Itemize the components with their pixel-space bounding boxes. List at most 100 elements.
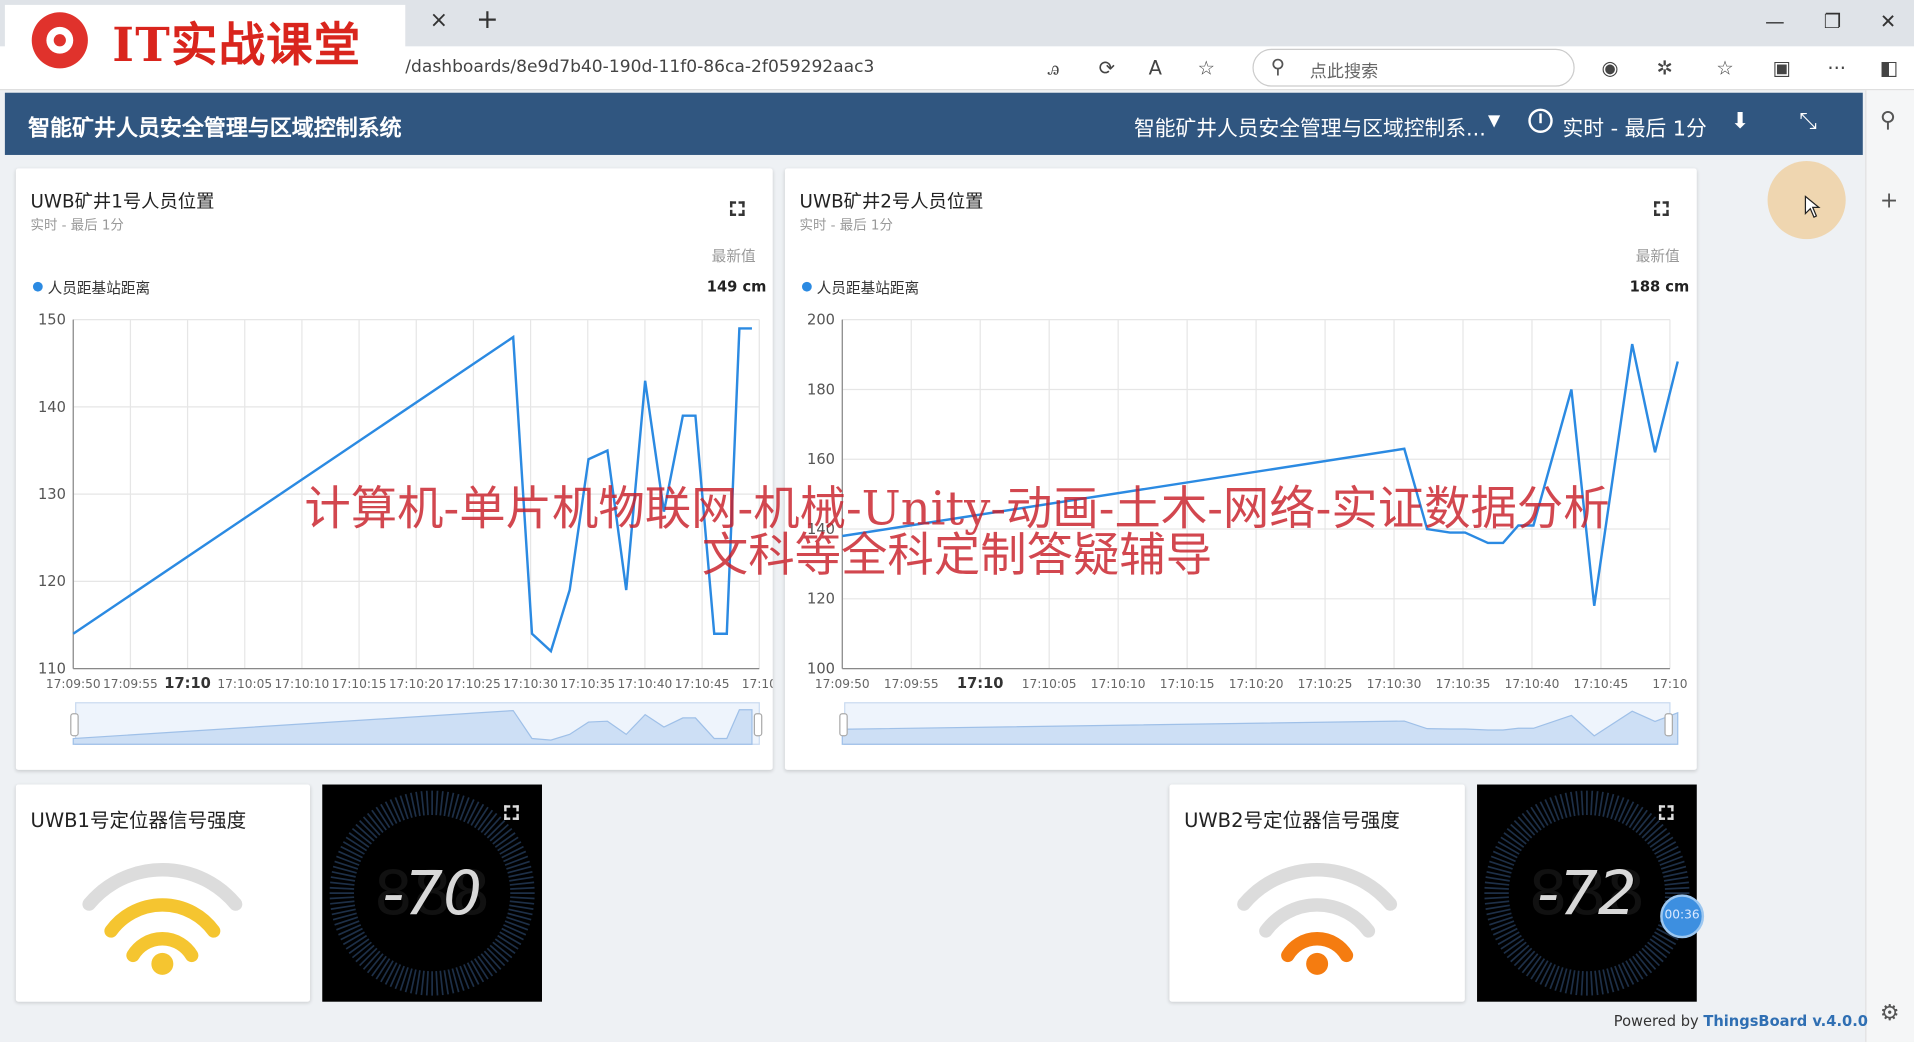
gauge-tick <box>1594 791 1599 816</box>
sidebar-add-icon[interactable]: + <box>1880 188 1898 214</box>
logo-text: IT实战课堂 <box>112 16 362 72</box>
url-text[interactable]: /dashboards/8e9d7b40-190d-11f0-86ca-2f05… <box>405 57 874 77</box>
mouse-cursor-icon <box>1804 195 1821 219</box>
favorite-star-icon[interactable]: ☆ <box>1198 56 1216 79</box>
download-icon[interactable]: ⬇ <box>1731 109 1749 135</box>
read-aloud-icon[interactable]: A <box>1149 56 1162 79</box>
close-window-icon[interactable]: ✕ <box>1880 10 1896 33</box>
thingsboard-link[interactable]: ThingsBoard v.4.0.0 <box>1703 1013 1868 1030</box>
translate-icon[interactable]: ꭿ <box>1047 56 1059 80</box>
search-icon: ⚲ <box>1270 54 1286 79</box>
widget-title: UWB2号定位器信号强度 <box>1184 808 1400 833</box>
gauge-tick <box>1484 896 1509 900</box>
gauge-value: -72 <box>1537 858 1637 929</box>
gauge-tick <box>1580 971 1584 996</box>
minimize-icon[interactable]: — <box>1765 10 1785 33</box>
new-tab-icon[interactable]: + <box>476 5 499 36</box>
gauge-tick <box>501 927 524 941</box>
clock-icon[interactable] <box>1528 108 1553 133</box>
sidebar-search-icon[interactable]: ⚲ <box>1880 107 1896 133</box>
gauge-tick <box>1485 876 1510 882</box>
extensions-puzzle-icon[interactable]: ✲ <box>1656 56 1672 79</box>
gauge-tick <box>330 881 355 886</box>
y-tick-label: 200 <box>807 312 835 329</box>
powered-by: Powered by ThingsBoard v.4.0.0 <box>1614 1013 1868 1030</box>
sidebar-toggle-icon[interactable]: ◧ <box>1880 56 1898 79</box>
y-tick-label: 120 <box>807 591 835 608</box>
fullscreen-icon[interactable] <box>1654 201 1669 216</box>
gauge-tick <box>509 904 534 910</box>
zoom-handle-left[interactable] <box>70 713 79 737</box>
x-tick-label: 17:10:10 <box>275 677 330 691</box>
x-tick-label: 17:10:25 <box>446 677 501 691</box>
widget-title: UWB1号定位器信号强度 <box>30 808 247 833</box>
y-tick-label: 140 <box>38 399 66 416</box>
y-tick-label: 100 <box>807 660 835 677</box>
search-placeholder: 点此搜索 <box>1309 62 1379 82</box>
x-tick-label: 17:10:40 <box>1505 677 1560 691</box>
gauge-tick <box>330 900 355 905</box>
latest-value: 188 cm <box>1629 278 1690 296</box>
watermark-line-2: 文科等全科定制答疑辅导 <box>701 528 1213 582</box>
search-input[interactable]: ⚲ 点此搜索 <box>1252 48 1575 87</box>
gauge-tick <box>1492 850 1516 863</box>
zoom-handle-left[interactable] <box>839 713 848 737</box>
app-header: 智能矿井人员安全管理与区域控制系统 智能矿井人员安全管理与区域控制系... ▼ … <box>4 92 1863 155</box>
x-tick-label: 17:09:50 <box>46 677 101 691</box>
refresh-circle-icon[interactable]: ⟳ <box>1099 56 1115 79</box>
timewindow-button[interactable]: 实时 - 最后 1分 <box>1562 111 1706 141</box>
exit-fullscreen-icon[interactable]: ⤡ <box>1799 109 1817 135</box>
logo-icon <box>31 12 88 69</box>
sidebar-settings-icon[interactable]: ⚙ <box>1880 1000 1900 1026</box>
favorites-list-icon[interactable]: ☆ <box>1716 56 1734 79</box>
y-tick-label: 160 <box>807 451 835 468</box>
gauge-tick <box>338 850 362 863</box>
gauge-tick <box>1495 845 1518 859</box>
gauge-tick <box>1663 876 1689 882</box>
digital-gauge-2: 888 -72 <box>1477 784 1697 1002</box>
gauge-tick <box>466 962 480 985</box>
y-tick-label: 150 <box>38 312 66 329</box>
collections-icon[interactable]: ▣ <box>1772 56 1790 79</box>
tab-close-icon[interactable]: × <box>430 7 448 33</box>
y-tick-label: 180 <box>807 381 835 398</box>
gauge-tick <box>501 845 524 859</box>
caret-down-icon[interactable]: ▼ <box>1488 112 1500 130</box>
recording-timer-badge: 00:36 <box>1660 894 1705 939</box>
x-tick-label: 17:10:45 <box>1574 677 1629 691</box>
x-tick-label: 17:10:15 <box>332 677 387 691</box>
zoom-handle-right[interactable] <box>1664 713 1673 737</box>
gauge-tick <box>1664 881 1689 886</box>
chart-widget-2: UWB矿井2号人员位置 实时 - 最后 1分 最新值 人员距基站距离 188 c… <box>784 168 1697 770</box>
restore-icon[interactable]: ❐ <box>1824 10 1842 33</box>
x-tick-label: 17:10:30 <box>1367 677 1422 691</box>
gauge-tick <box>509 876 534 882</box>
gauge-tick <box>510 886 535 890</box>
gauge-tick <box>329 896 355 900</box>
gauge-tick <box>439 791 444 816</box>
gauge-tick <box>1484 886 1509 890</box>
gauge-tick <box>1590 971 1594 996</box>
more-menu-icon[interactable]: ··· <box>1827 56 1846 79</box>
footer-prefix: Powered by <box>1613 1012 1704 1030</box>
gauge-tick <box>1544 964 1556 988</box>
extension-shield-icon[interactable]: ◉ <box>1602 56 1619 79</box>
widget-subtitle: 实时 - 最后 1分 <box>30 217 124 234</box>
legend-label[interactable]: 人员距基站距离 <box>48 277 151 298</box>
zoom-handle-right[interactable] <box>753 713 763 737</box>
x-tick-label: 17:10:05 <box>1022 677 1077 691</box>
fullscreen-icon[interactable] <box>729 201 745 216</box>
gauge-tick <box>439 970 444 996</box>
gauge-tick <box>463 964 475 988</box>
widget-title: UWB矿井2号人员位置 <box>799 190 984 213</box>
dashboard-select[interactable]: 智能矿井人员安全管理与区域控制系... <box>1134 111 1486 141</box>
latest-value: 149 cm <box>706 278 767 296</box>
gauge-tick <box>509 900 535 905</box>
x-tick-label: 17:10:10 <box>1091 677 1146 691</box>
gauge-tick <box>1575 970 1580 996</box>
legend-label[interactable]: 人员距基站距离 <box>817 277 920 298</box>
gauge-tick <box>415 970 421 995</box>
gauge-tick <box>1544 799 1556 823</box>
x-tick-label: 17:09:55 <box>884 677 939 691</box>
gauge-tick <box>389 964 402 988</box>
